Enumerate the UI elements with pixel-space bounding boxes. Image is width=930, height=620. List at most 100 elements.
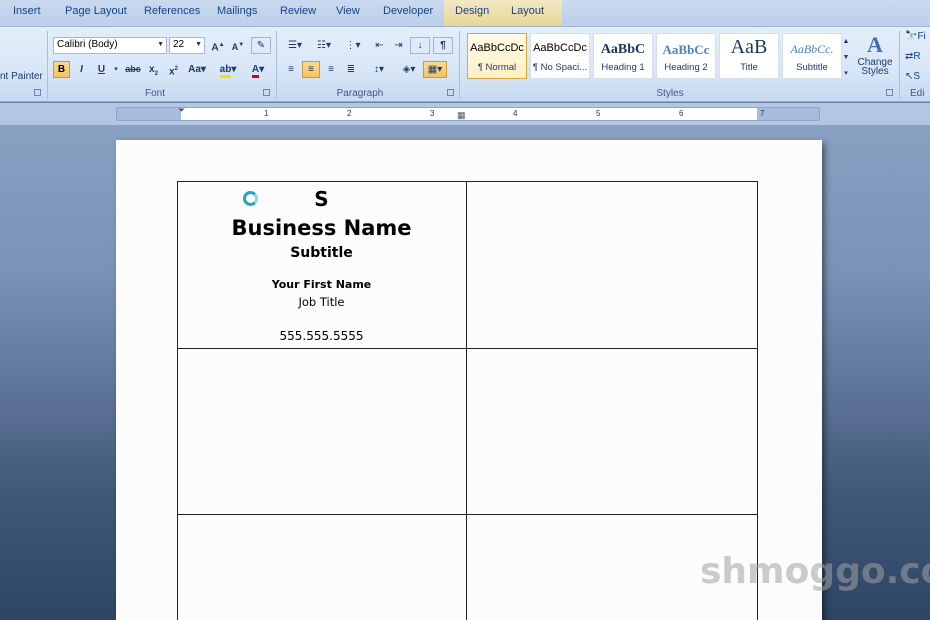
- clear-formatting-icon[interactable]: ✎: [251, 37, 271, 54]
- style-sample: AaBbCc: [662, 42, 710, 57]
- style-name: Heading 1: [601, 62, 645, 73]
- change-case-button[interactable]: Aa▾: [185, 61, 209, 78]
- business-name: Business Name: [231, 216, 412, 240]
- ruler-right-margin: [757, 108, 819, 120]
- style-no-spacing[interactable]: AaBbCcDc ¶ No Spaci...: [530, 33, 590, 79]
- change-styles-icon: A: [867, 32, 883, 57]
- align-right-icon[interactable]: ≡: [322, 61, 340, 78]
- tab-mailings[interactable]: Mailings: [217, 5, 257, 17]
- increase-indent-icon[interactable]: ⇥: [390, 37, 407, 54]
- ruler-number: 4: [513, 109, 518, 118]
- align-center-icon[interactable]: ≡: [302, 61, 320, 78]
- chevron-down-icon[interactable]: ▼: [157, 41, 164, 48]
- gallery-scroll-up-icon[interactable]: ▲: [840, 33, 852, 48]
- tab-developer[interactable]: Developer: [383, 5, 433, 17]
- superscript-button[interactable]: x2: [165, 61, 182, 78]
- shrink-font-icon[interactable]: A▼: [229, 37, 247, 54]
- select-button[interactable]: ↖S: [905, 71, 920, 82]
- format-painter-button[interactable]: nt Painter: [0, 71, 43, 82]
- find-button[interactable]: 🔭Fi: [905, 31, 926, 42]
- multilevel-list-icon[interactable]: ⋮▾: [340, 37, 366, 54]
- style-name: Subtitle: [796, 62, 828, 73]
- style-sample: AaBbC: [600, 42, 646, 57]
- paragraph-dialog-launcher[interactable]: [447, 89, 454, 96]
- styles-gallery: AaBbCcDc ¶ Normal AaBbCcDc ¶ No Spaci...…: [465, 33, 845, 81]
- table-border: [466, 181, 467, 620]
- font-size-combo[interactable]: 22 ▼: [169, 37, 205, 54]
- styles-group-label: Styles: [656, 88, 684, 99]
- gallery-more-icon[interactable]: ▾: [840, 65, 852, 80]
- first-line-indent-marker[interactable]: ⏷: [178, 105, 185, 116]
- bold-button[interactable]: B: [53, 61, 70, 78]
- font-name-combo[interactable]: Calibri (Body) ▼: [53, 37, 167, 54]
- font-dialog-launcher[interactable]: [263, 89, 270, 96]
- group-separator: [459, 31, 460, 99]
- change-styles-button[interactable]: A Change Styles: [855, 33, 895, 89]
- tab-references[interactable]: References: [144, 5, 200, 17]
- business-card-cell[interactable]: S Business Name Subtitle Your First Name…: [177, 182, 466, 348]
- business-subtitle: Subtitle: [290, 245, 353, 261]
- column-marker[interactable]: ▦: [457, 110, 466, 121]
- paragraph-group-label: Paragraph: [336, 88, 384, 99]
- binoculars-icon: 🔭: [905, 31, 918, 42]
- tab-view[interactable]: View: [336, 5, 360, 17]
- style-name: ¶ No Spaci...: [532, 62, 588, 73]
- tab-insert[interactable]: Insert: [13, 5, 41, 17]
- font-size-value: 22: [173, 39, 185, 50]
- watermark: shmoggo.co: [700, 551, 930, 592]
- style-heading-1[interactable]: AaBbC Heading 1: [593, 33, 653, 79]
- highlight-color-icon[interactable]: ab▾: [213, 61, 243, 78]
- job-title: Job Title: [298, 295, 345, 309]
- horizontal-ruler[interactable]: 1 2 3 4 5 6 7 ⏷ ▦: [116, 105, 820, 121]
- ruler-number: 3: [430, 109, 435, 118]
- style-title[interactable]: AaB Title: [719, 33, 779, 79]
- decrease-indent-icon[interactable]: ⇤: [371, 37, 388, 54]
- show-formatting-icon[interactable]: ¶: [433, 37, 453, 54]
- table-border: [177, 514, 758, 515]
- tab-page-layout[interactable]: Page Layout: [65, 5, 127, 17]
- subscript-button[interactable]: x2: [145, 61, 162, 78]
- font-group-label: Font: [144, 88, 165, 99]
- align-left-icon[interactable]: ≡: [282, 61, 300, 78]
- editing-group-label: Edi: [910, 88, 925, 99]
- font-color-icon[interactable]: A▾: [246, 61, 270, 78]
- clipboard-dialog-launcher[interactable]: [34, 89, 41, 96]
- sort-icon[interactable]: ↓: [410, 37, 430, 54]
- style-subtitle[interactable]: AaBbCc. Subtitle: [782, 33, 842, 79]
- line-spacing-icon[interactable]: ↕▾: [366, 61, 392, 78]
- numbering-icon[interactable]: ☷▾: [311, 37, 337, 54]
- ruler-number: 5: [596, 109, 601, 118]
- style-name: Title: [740, 62, 758, 73]
- chevron-down-icon[interactable]: ▾: [112, 61, 120, 78]
- styles-dialog-launcher[interactable]: [886, 89, 893, 96]
- bullets-icon[interactable]: ☰▾: [282, 37, 308, 54]
- justify-icon[interactable]: ≣: [342, 61, 360, 78]
- chevron-down-icon[interactable]: ▼: [195, 41, 202, 48]
- first-name: Your First Name: [271, 278, 372, 291]
- tab-review[interactable]: Review: [280, 5, 316, 17]
- style-sample: AaBbCcDc: [533, 42, 587, 54]
- gallery-scroll-down-icon[interactable]: ▼: [840, 49, 852, 64]
- underline-button[interactable]: U: [93, 61, 110, 78]
- grow-font-icon[interactable]: A▲: [209, 37, 227, 54]
- italic-button[interactable]: I: [73, 61, 90, 78]
- style-heading-2[interactable]: AaBbCc Heading 2: [656, 33, 716, 79]
- group-separator: [47, 31, 48, 99]
- style-name: Heading 2: [664, 62, 708, 73]
- ruler-number: 6: [679, 109, 684, 118]
- ribbon: nt Painter Calibri (Body) ▼ 22 ▼ A▲ A▼ ✎…: [0, 26, 930, 102]
- borders-icon[interactable]: ▦▾: [423, 61, 447, 78]
- strikethrough-button[interactable]: abc: [123, 61, 143, 78]
- style-sample: AaB: [730, 36, 768, 58]
- style-normal[interactable]: AaBbCcDc ¶ Normal: [467, 33, 527, 79]
- ruler-left-margin: [117, 108, 181, 120]
- tab-layout[interactable]: Layout: [508, 0, 562, 26]
- tab-design[interactable]: Design: [444, 0, 508, 26]
- table-border: [177, 348, 758, 349]
- style-sample: AaBbCc.: [790, 42, 834, 56]
- shading-icon[interactable]: ◈▾: [397, 61, 421, 78]
- style-name: ¶ Normal: [477, 62, 517, 73]
- ribbon-tab-bar: Insert Page Layout References Mailings R…: [0, 0, 930, 26]
- group-separator: [899, 31, 900, 99]
- replace-button[interactable]: ⇄R: [905, 51, 921, 62]
